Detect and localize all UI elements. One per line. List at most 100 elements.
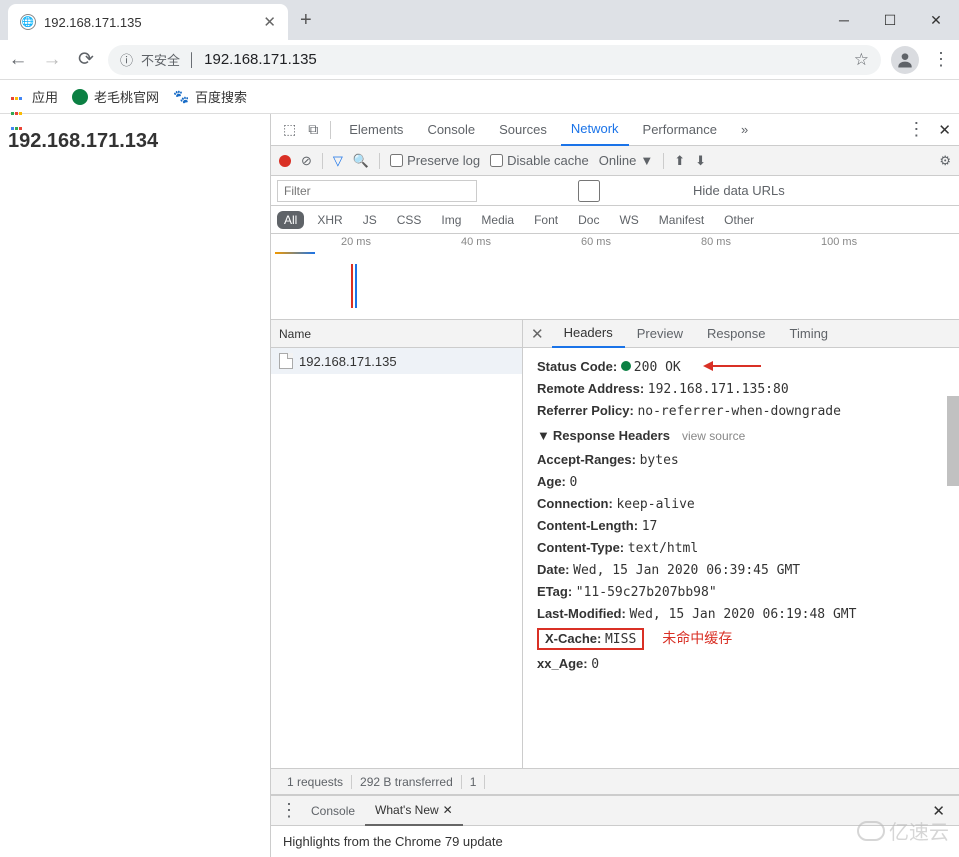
close-window-button[interactable]: ✕ (913, 0, 959, 40)
bookmark-label: 老毛桃官网 (94, 87, 159, 106)
tab-network[interactable]: Network (561, 114, 629, 146)
globe-icon: 🌐 (20, 14, 36, 30)
file-icon (279, 353, 293, 369)
settings-gear-icon[interactable]: ⚙ (939, 153, 951, 169)
apps-grid-icon (10, 89, 26, 105)
upload-har-icon[interactable]: ⬆ (674, 153, 685, 169)
network-toolbar: ⊘ ▽ 🔍 Preserve log Disable cache Online▼… (271, 146, 959, 176)
detail-tabs: ✕ Headers Preview Response Timing (523, 320, 959, 348)
drawer-tab-whatsnew[interactable]: What's New ✕ (365, 796, 463, 826)
response-header-row: Date: Wed, 15 Jan 2020 06:39:45 GMT (537, 559, 945, 581)
scrollbar-thumb[interactable] (947, 396, 959, 486)
tab-elements[interactable]: Elements (339, 114, 413, 146)
record-button[interactable] (279, 155, 291, 167)
content-area: 192.168.171.134 ⬚ ⧉ Elements Console Sou… (0, 114, 959, 857)
address-bar: ← → ⟳ ⓘ 不安全 │ 192.168.171.135 ☆ ⋮ (0, 40, 959, 80)
response-headers-section[interactable]: ▼Response Headers view source (537, 422, 945, 449)
minimize-button[interactable]: ─ (821, 0, 867, 40)
type-font[interactable]: Font (527, 211, 565, 229)
more-tabs-icon[interactable]: » (731, 114, 758, 146)
chrome-menu-icon[interactable]: ⋮ (929, 49, 953, 70)
type-css[interactable]: CSS (390, 211, 429, 229)
request-row[interactable]: 192.168.171.135 (271, 348, 522, 374)
reload-button[interactable]: ⟳ (74, 48, 98, 72)
back-button[interactable]: ← (6, 48, 30, 72)
type-other[interactable]: Other (717, 211, 761, 229)
drawer-tabs: ⋮ Console What's New ✕ ✕ (271, 796, 959, 826)
tab-close-icon[interactable]: ✕ (263, 13, 276, 31)
tab-performance[interactable]: Performance (633, 114, 727, 146)
drawer-tab-console[interactable]: Console (301, 796, 365, 826)
detail-tab-preview[interactable]: Preview (625, 320, 695, 348)
network-filter-bar: Hide data URLs (271, 176, 959, 206)
type-doc[interactable]: Doc (571, 211, 606, 229)
maximize-button[interactable]: ☐ (867, 0, 913, 40)
tab-console[interactable]: Console (417, 114, 485, 146)
name-column-header[interactable]: Name (271, 320, 522, 348)
bookmark-item-1[interactable]: 老毛桃官网 (72, 87, 159, 106)
download-har-icon[interactable]: ⬇ (695, 153, 706, 169)
info-icon[interactable]: ⓘ (120, 50, 133, 69)
type-js[interactable]: JS (356, 211, 384, 229)
detail-tab-response[interactable]: Response (695, 320, 778, 348)
devtools-menu-icon[interactable]: ⋮ (904, 119, 928, 140)
disable-cache-checkbox[interactable]: Disable cache (490, 153, 589, 168)
security-text: 不安全 (141, 50, 180, 69)
tab-sources[interactable]: Sources (489, 114, 557, 146)
filter-toggle-icon[interactable]: ▽ (333, 153, 343, 169)
url-text: 192.168.171.135 (204, 51, 317, 68)
type-manifest[interactable]: Manifest (652, 211, 711, 229)
hide-data-urls-checkbox[interactable]: Hide data URLs (489, 180, 785, 202)
bookmark-item-2[interactable]: 🐾 百度搜索 (173, 87, 247, 106)
close-details-icon[interactable]: ✕ (523, 325, 552, 343)
close-icon[interactable]: ✕ (443, 803, 453, 817)
drawer-menu-icon[interactable]: ⋮ (277, 800, 301, 821)
window-controls: ─ ☐ ✕ (821, 0, 959, 40)
annotation-text: 未命中缓存 (662, 632, 732, 647)
apps-shortcut[interactable]: 应用 (10, 87, 58, 106)
bookmark-label: 百度搜索 (195, 87, 247, 106)
page-text: 192.168.171.134 (8, 130, 158, 152)
view-source-link[interactable]: view source (682, 429, 745, 443)
search-icon[interactable]: 🔍 (353, 153, 369, 169)
console-drawer: ⋮ Console What's New ✕ ✕ Highlights from… (271, 795, 959, 857)
bookmarks-bar: 应用 老毛桃官网 🐾 百度搜索 (0, 80, 959, 114)
inspect-element-icon[interactable]: ⬚ (279, 121, 300, 138)
device-toggle-icon[interactable]: ⧉ (304, 121, 322, 138)
request-name: 192.168.171.135 (299, 354, 397, 369)
filter-input[interactable] (277, 180, 477, 202)
throttling-select[interactable]: Online▼ (599, 153, 653, 168)
network-status-bar: 1 requests 292 B transferred 1 (271, 769, 959, 795)
request-details: ✕ Headers Preview Response Timing Status… (523, 320, 959, 768)
profile-avatar[interactable] (891, 46, 919, 74)
resource-type-filters: All XHR JS CSS Img Media Font Doc WS Man… (271, 206, 959, 234)
devtools-close-icon[interactable]: ✕ (938, 121, 951, 139)
watermark-logo-icon (857, 821, 885, 841)
type-media[interactable]: Media (474, 211, 521, 229)
type-all[interactable]: All (277, 211, 304, 229)
tab-title: 192.168.171.135 (44, 15, 257, 30)
response-header-row: Content-Type: text/html (537, 537, 945, 559)
status-third: 1 (462, 775, 486, 789)
chevron-down-icon: ▼ (640, 153, 653, 168)
forward-button[interactable]: → (40, 48, 64, 72)
type-xhr[interactable]: XHR (310, 211, 349, 229)
detail-tab-timing[interactable]: Timing (778, 320, 841, 348)
new-tab-button[interactable]: + (300, 9, 312, 32)
type-img[interactable]: Img (434, 211, 468, 229)
requests-count: 1 requests (279, 775, 352, 789)
network-timeline[interactable]: 20 ms 40 ms 60 ms 80 ms 100 ms (271, 234, 959, 320)
detail-tab-headers[interactable]: Headers (552, 320, 625, 348)
headers-body[interactable]: Status Code: 200 OK Remote Address: 192.… (523, 348, 959, 768)
response-header-row: Content-Length: 17 (537, 515, 945, 537)
browser-tab[interactable]: 🌐 192.168.171.135 ✕ (8, 4, 288, 40)
response-header-row: Age: 0 (537, 471, 945, 493)
type-ws[interactable]: WS (612, 211, 645, 229)
window-titlebar: 🌐 192.168.171.135 ✕ + ─ ☐ ✕ (0, 0, 959, 40)
omnibox[interactable]: ⓘ 不安全 │ 192.168.171.135 ☆ (108, 45, 881, 75)
clear-button[interactable]: ⊘ (301, 153, 312, 169)
response-header-row: ETag: "11-59c27b207bb98" (537, 581, 945, 603)
preserve-log-checkbox[interactable]: Preserve log (390, 153, 480, 168)
bookmark-star-icon[interactable]: ☆ (854, 50, 869, 70)
drawer-content: Highlights from the Chrome 79 update (271, 826, 959, 857)
